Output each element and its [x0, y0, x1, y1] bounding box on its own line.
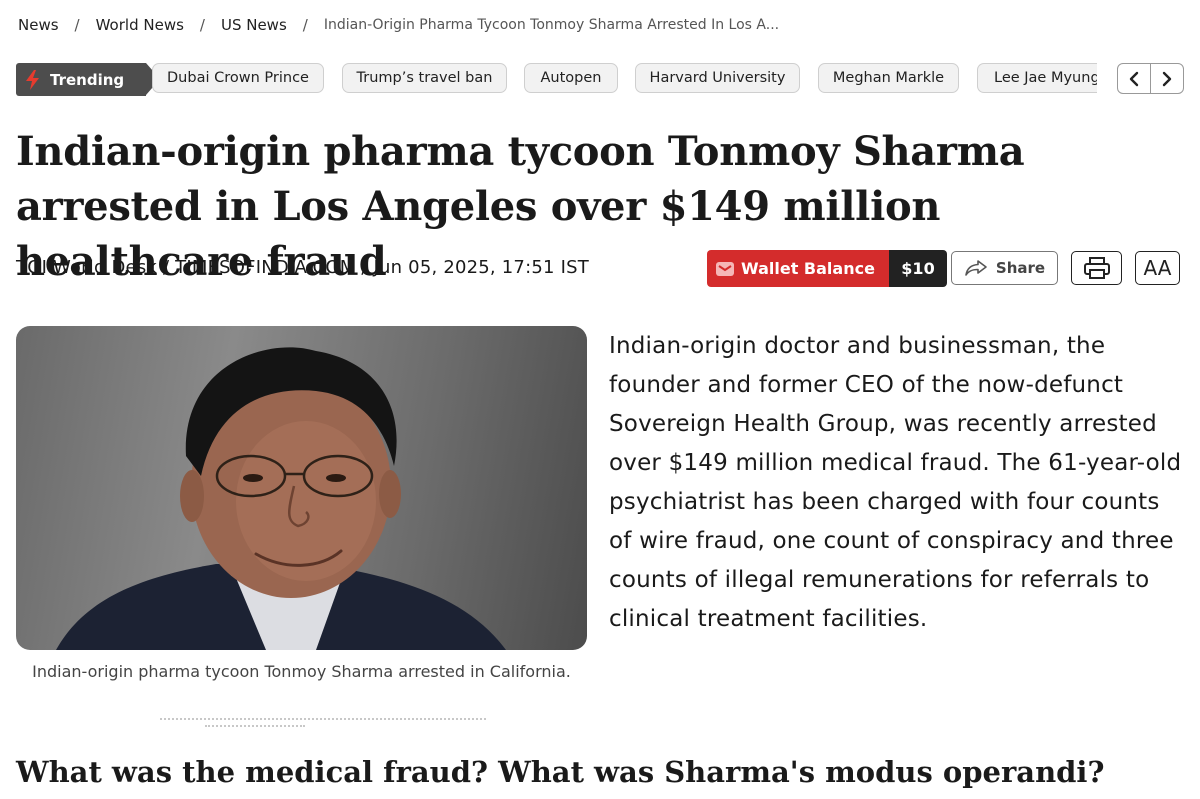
font-size-button[interactable]: AA — [1135, 251, 1180, 285]
article-photo — [16, 326, 587, 650]
trending-pager — [1117, 63, 1184, 94]
trending-chip[interactable]: Harvard University — [635, 63, 800, 93]
share-icon — [965, 260, 987, 276]
caption-divider — [160, 718, 486, 720]
breadcrumb-us-news[interactable]: US News — [221, 16, 287, 34]
trending-chip[interactable]: Lee Jae Myung — [977, 63, 1097, 93]
wallet-balance-label-area: Wallet Balance — [707, 250, 889, 287]
breadcrumb-separator: / — [199, 16, 205, 34]
trending-badge: Trending — [16, 63, 160, 96]
printer-icon — [1083, 257, 1110, 279]
trending-bar: Trending Dubai Crown Prince Trump’s trav… — [16, 63, 1184, 96]
article-body-paragraph: Indian-origin doctor and businessman, th… — [609, 333, 1182, 632]
trending-chip[interactable]: Meghan Markle — [818, 63, 959, 93]
chevron-right-icon[interactable] — [1150, 64, 1183, 93]
article-subheading: What was the medical fraud? What was Sha… — [16, 755, 1105, 789]
trending-chip[interactable]: Autopen — [524, 63, 618, 93]
share-label: Share — [995, 259, 1046, 277]
breadcrumb: News / World News / US News / Indian-Ori… — [18, 14, 779, 36]
trending-chip[interactable]: Trump’s travel ban — [342, 63, 507, 93]
wallet-balance-label: Wallet Balance — [741, 259, 875, 278]
breadcrumb-separator: / — [74, 16, 80, 34]
breadcrumb-world-news[interactable]: World News — [96, 16, 184, 34]
lightning-bolt-icon — [24, 69, 42, 90]
breadcrumb-separator: / — [302, 16, 308, 34]
portrait-illustration — [56, 347, 506, 650]
chevron-left-icon[interactable] — [1118, 64, 1150, 93]
trending-chip[interactable]: Dubai Crown Prince — [152, 63, 324, 93]
article-byline: TOI World Desk / TIMESOFINDIA.COM / Jun … — [16, 257, 589, 278]
share-button[interactable]: Share — [951, 251, 1058, 285]
caption-divider — [205, 725, 305, 727]
photo-caption: Indian-origin pharma tycoon Tonmoy Sharm… — [32, 662, 571, 681]
wallet-icon — [716, 261, 734, 276]
print-button[interactable] — [1071, 251, 1122, 285]
breadcrumb-current: Indian-Origin Pharma Tycoon Tonmoy Sharm… — [323, 17, 780, 33]
trending-label: Trending — [50, 70, 125, 89]
breadcrumb-news[interactable]: News — [18, 16, 59, 34]
wallet-balance-button[interactable]: Wallet Balance $10 — [707, 250, 947, 287]
wallet-balance-amount: $10 — [889, 250, 947, 287]
